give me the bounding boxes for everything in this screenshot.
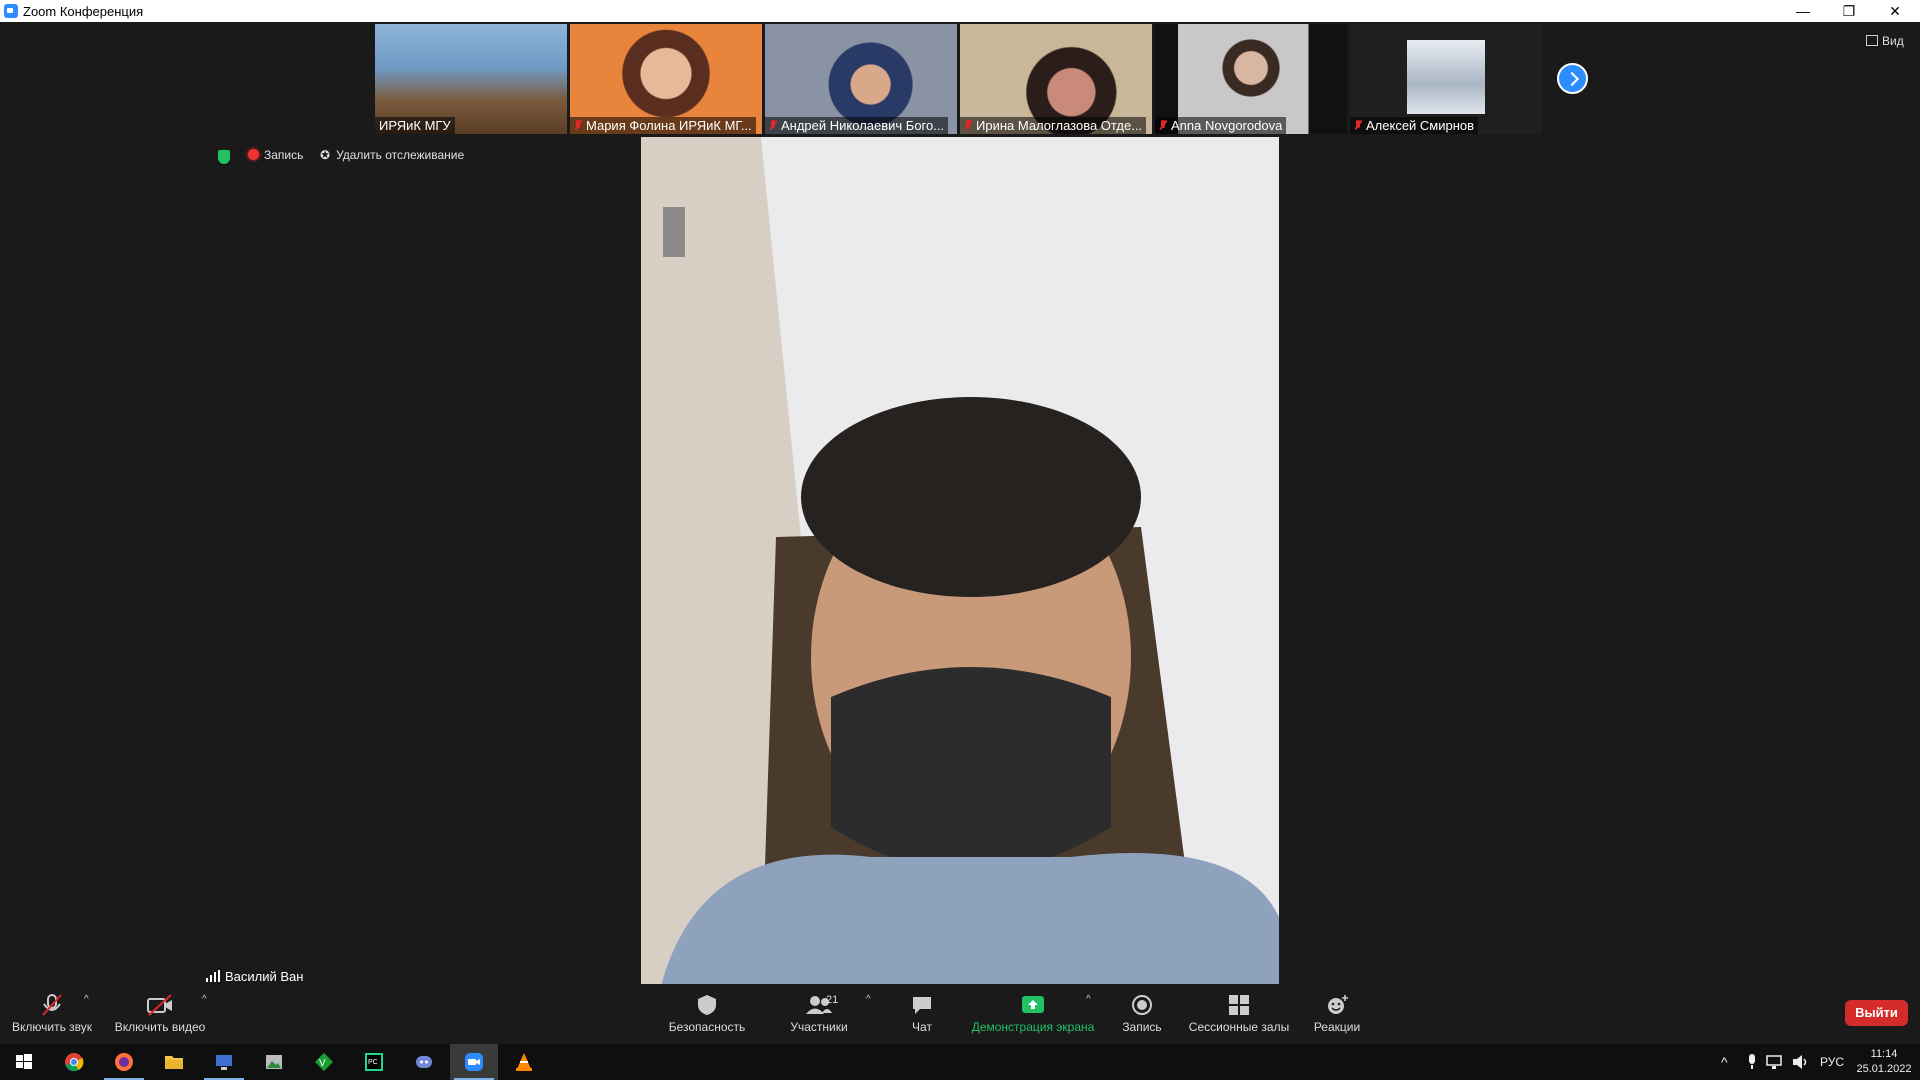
share-options-caret[interactable]: ^: [1086, 994, 1091, 1005]
taskbar-discord[interactable]: [400, 1044, 448, 1080]
gallery-tile[interactable]: Ирина Малоглазова Отде...: [960, 24, 1152, 134]
video-options-caret[interactable]: ^: [202, 994, 207, 1005]
participant-name: Алексей Смирнов: [1366, 118, 1475, 133]
taskbar-chrome[interactable]: [50, 1044, 98, 1080]
video-off-icon: [147, 994, 172, 1016]
remove-tracking-button[interactable]: ✪ Удалить отслеживание: [320, 148, 464, 162]
taskbar-vim[interactable]: V: [300, 1044, 348, 1080]
reactions-icon: [1328, 995, 1348, 1014]
participant-name: Мария Фолина ИРЯиК МГ...: [586, 118, 752, 133]
participant-name: Андрей Николаевич Бого...: [781, 118, 945, 133]
breakout-rooms-button[interactable]: Сессионные залы: [1186, 984, 1292, 1044]
unmute-button[interactable]: Включить звук: [6, 984, 98, 1044]
record-button[interactable]: Запись: [1118, 984, 1166, 1044]
taskbar-app-4[interactable]: [200, 1044, 248, 1080]
share-screen-icon: [1022, 996, 1044, 1013]
gallery-tile[interactable]: Мария Фолина ИРЯиК МГ...: [570, 24, 762, 134]
muted-mic-icon: [964, 120, 972, 131]
muted-mic-icon: [574, 120, 582, 131]
window-title: Zoom Конференция: [23, 4, 144, 19]
window-title-bar: Zoom Конференция — ❐ ✕: [0, 0, 1920, 22]
taskbar-explorer[interactable]: [150, 1044, 198, 1080]
gallery-strip: ИРЯиК МГУ Мария Фолина ИРЯиК МГ... Андре…: [375, 24, 1545, 134]
zoom-logo-icon: [4, 4, 18, 18]
muted-mic-icon: [1354, 120, 1362, 131]
participant-name: Anna Novgorodova: [1171, 118, 1283, 133]
clock-time: 11:14: [1870, 1048, 1898, 1060]
chrome-icon: [65, 1053, 84, 1072]
shield-icon: [698, 995, 716, 1015]
security-button[interactable]: Безопасность: [662, 984, 752, 1044]
leave-button[interactable]: Выйти: [1845, 1000, 1908, 1026]
gallery-tile[interactable]: ИРЯиК МГУ: [375, 24, 567, 134]
taskbar-vlc[interactable]: [500, 1044, 548, 1080]
muted-mic-icon: [1159, 120, 1167, 131]
gallery-tile[interactable]: Андрей Николаевич Бого...: [765, 24, 957, 134]
firefox-icon: [115, 1053, 133, 1071]
svg-text:PC: PC: [368, 1059, 378, 1066]
close-button[interactable]: ✕: [1872, 0, 1918, 22]
gallery-tile[interactable]: Anna Novgorodova: [1155, 24, 1347, 134]
start-button[interactable]: [0, 1044, 48, 1080]
svg-text:V: V: [319, 1058, 326, 1069]
grid-icon: [1866, 35, 1878, 46]
vlc-icon: [516, 1053, 532, 1071]
taskbar-zoom[interactable]: [450, 1044, 498, 1080]
meeting-toolbar: Включить звук ^ Включить видео ^ Безопас…: [0, 984, 1920, 1044]
taskbar-firefox[interactable]: [100, 1044, 148, 1080]
participants-count: 21: [826, 994, 839, 1006]
speaker-video-frame: [641, 137, 1279, 986]
participants-options-caret[interactable]: ^: [866, 994, 871, 1005]
chat-button[interactable]: Чат: [896, 984, 948, 1044]
language-indicator[interactable]: РУС: [1820, 1044, 1844, 1080]
breakout-rooms-icon: [1229, 995, 1249, 1015]
next-page-button[interactable]: [1557, 63, 1588, 94]
participants-button[interactable]: 21 Участники: [780, 984, 858, 1044]
gallery-tile[interactable]: Алексей Смирнов: [1350, 24, 1542, 134]
taskbar-app-5[interactable]: [250, 1044, 298, 1080]
windows-logo-icon: [16, 1054, 32, 1069]
active-speaker-label: Василий Ван: [206, 969, 303, 984]
show-hidden-icons-button[interactable]: ^: [1721, 1044, 1728, 1080]
network-icon[interactable]: [1766, 1054, 1784, 1070]
view-button[interactable]: Вид: [1866, 34, 1904, 48]
signal-strength-icon: [206, 970, 220, 982]
participant-name: ИРЯиК МГУ: [379, 118, 451, 133]
vim-icon: V: [315, 1053, 333, 1071]
record-icon: [1132, 995, 1152, 1015]
minimize-button[interactable]: —: [1780, 0, 1826, 22]
clock-date: 25.01.2022: [1856, 1063, 1912, 1075]
pin-icon: ✪: [320, 148, 331, 162]
clock[interactable]: 11:14 25.01.2022: [1856, 1047, 1912, 1077]
discord-icon: [416, 1056, 432, 1068]
monitor-app-icon: [216, 1055, 232, 1070]
mic-off-icon: [42, 994, 62, 1016]
microphone-icon[interactable]: [1746, 1054, 1758, 1070]
recording-indicator[interactable]: Запись: [248, 148, 303, 162]
security-shield-icon: [218, 150, 230, 164]
chat-icon: [913, 997, 931, 1014]
avatar: [1407, 40, 1485, 114]
restore-button[interactable]: ❐: [1826, 0, 1872, 22]
folder-icon: [165, 1056, 183, 1069]
record-dot-icon: [248, 149, 259, 160]
audio-options-caret[interactable]: ^: [84, 994, 89, 1005]
start-video-button[interactable]: Включить видео: [112, 984, 208, 1044]
image-viewer-icon: [266, 1055, 282, 1069]
windows-taskbar: V PC ^ РУС 11:14 25.01.2022: [0, 1044, 1920, 1080]
pycharm-icon: PC: [365, 1053, 383, 1071]
participant-name: Ирина Малоглазова Отде...: [976, 118, 1143, 133]
muted-mic-icon: [769, 120, 777, 131]
reactions-button[interactable]: Реакции: [1308, 984, 1366, 1044]
zoom-icon: [465, 1053, 483, 1071]
taskbar-pycharm[interactable]: PC: [350, 1044, 398, 1080]
volume-icon[interactable]: [1792, 1054, 1810, 1070]
active-speaker-video: [641, 137, 1279, 986]
share-screen-button[interactable]: Демонстрация экрана: [968, 984, 1098, 1044]
